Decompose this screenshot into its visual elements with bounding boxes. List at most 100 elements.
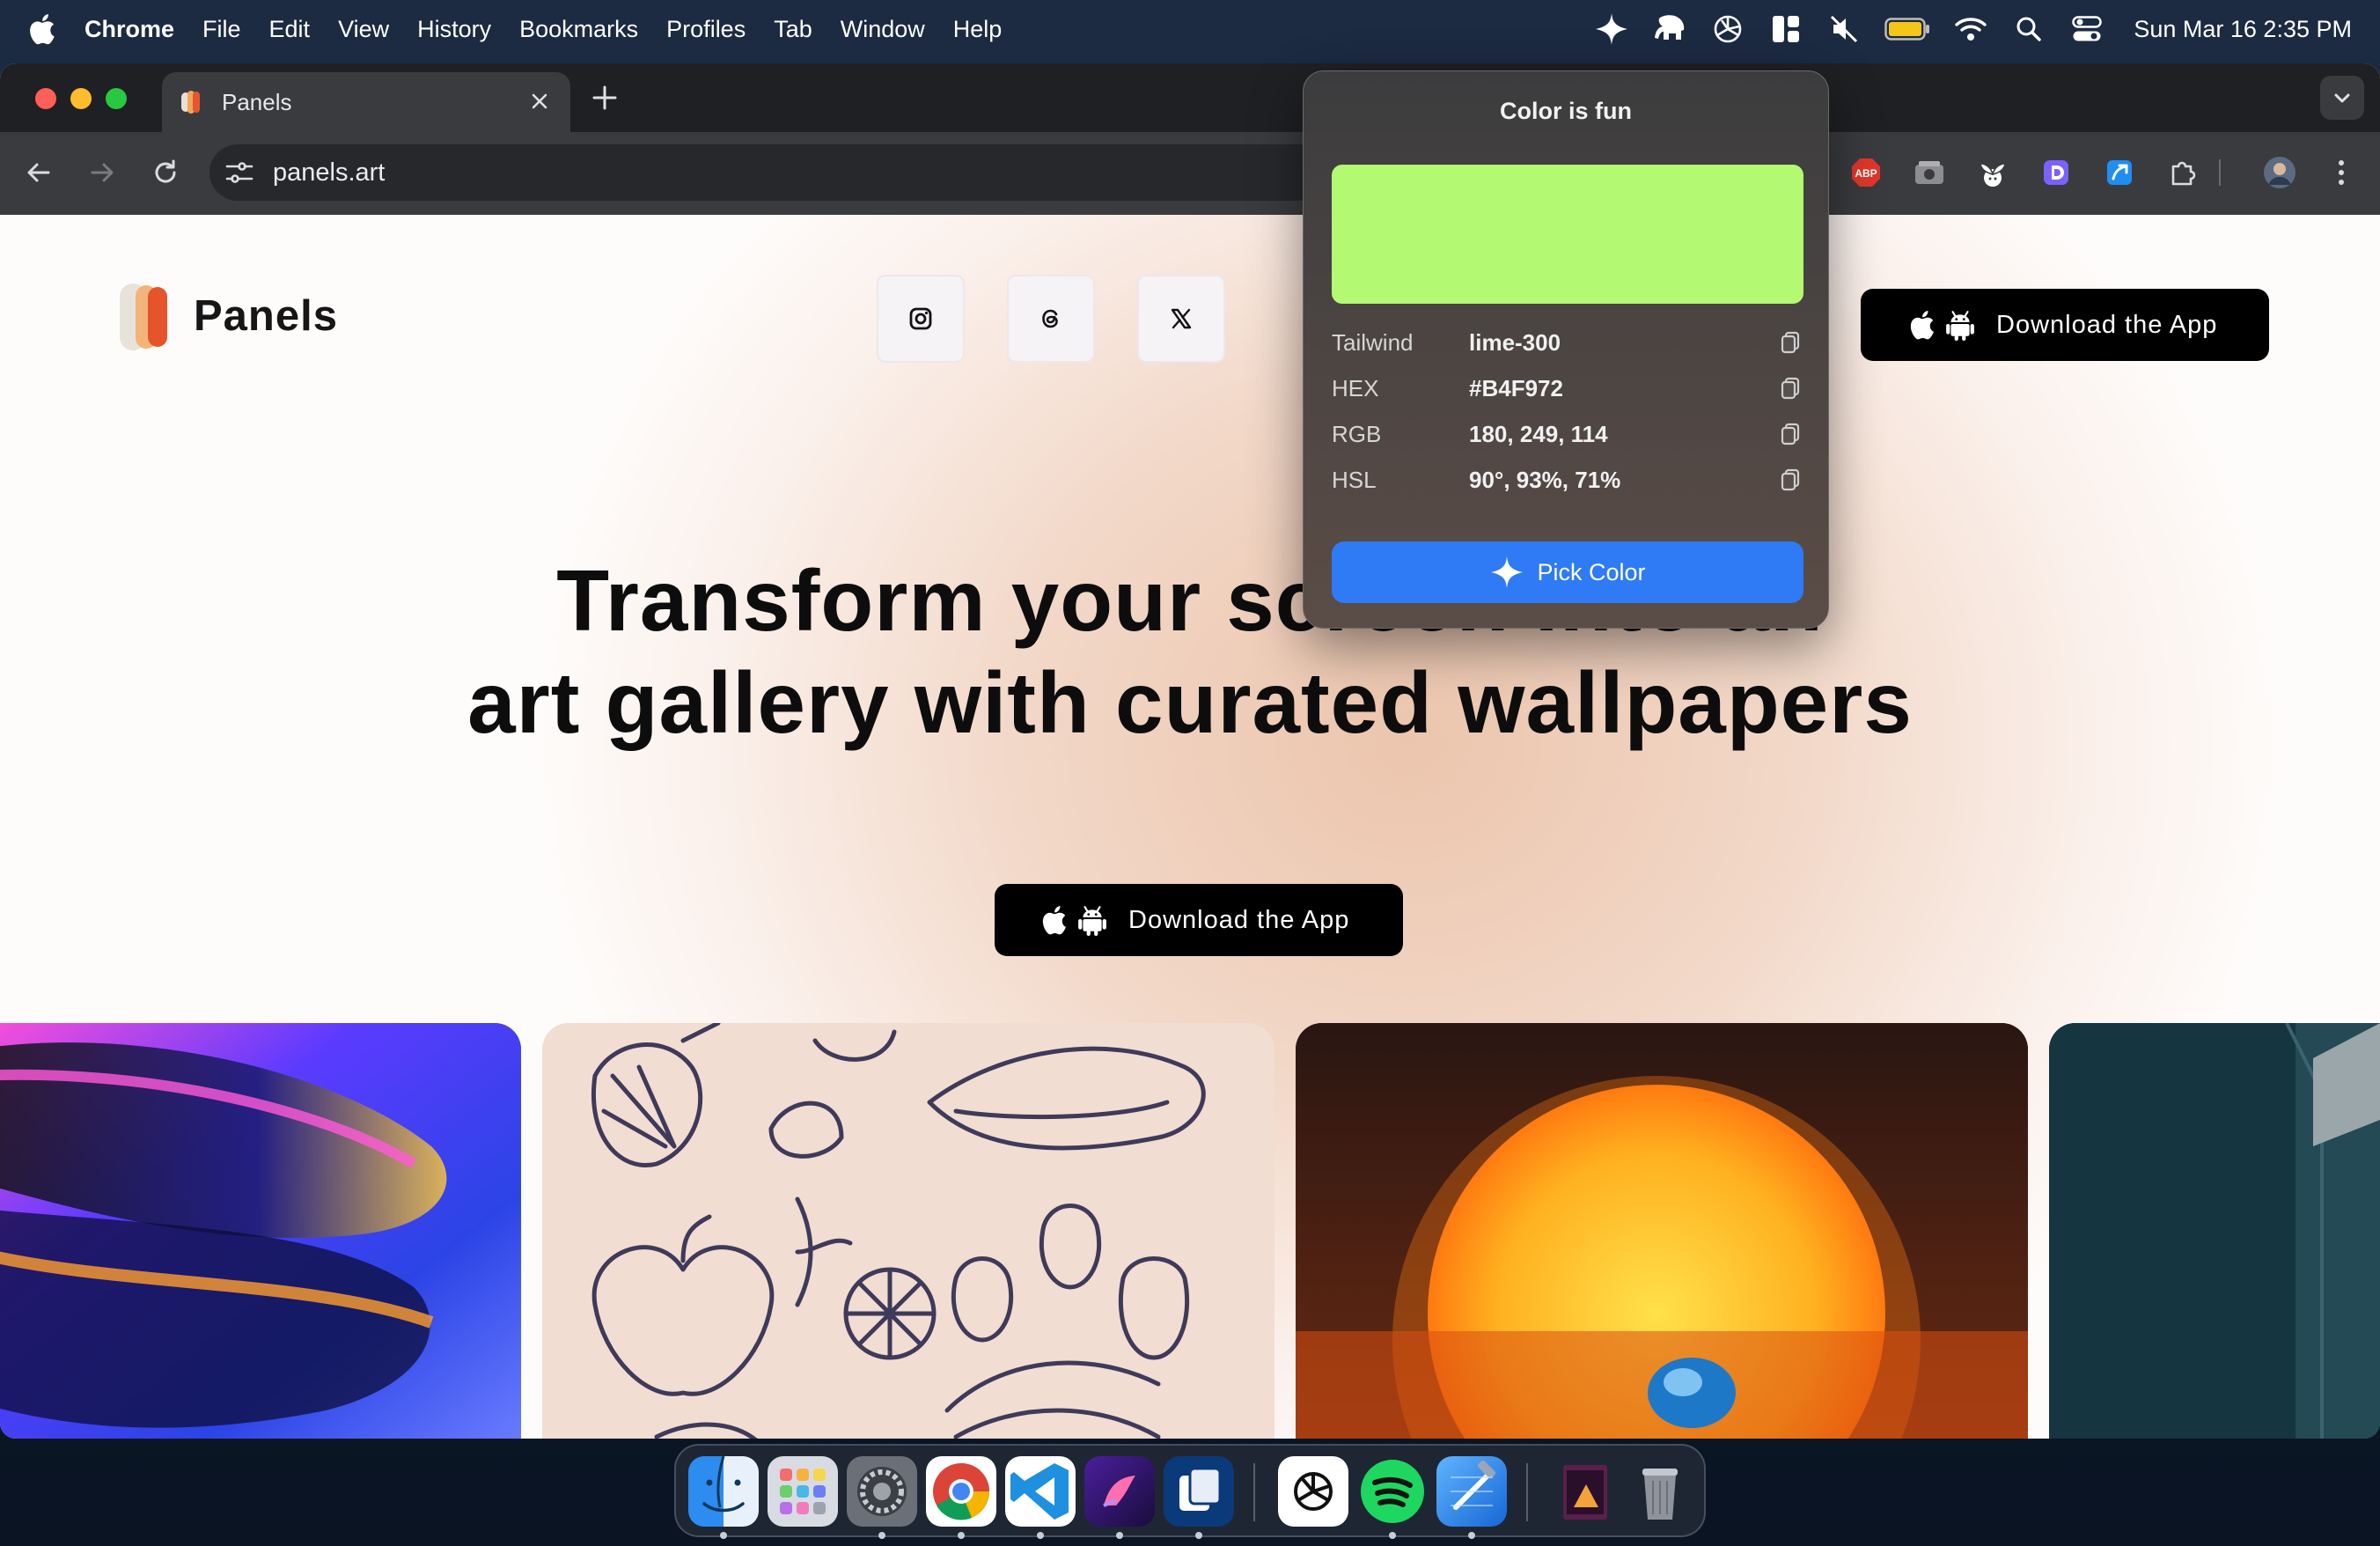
arrow-right-icon — [91, 163, 114, 182]
color-picker-icon[interactable] — [1593, 11, 1630, 48]
close-window-button[interactable] — [35, 88, 56, 109]
dock — [674, 1444, 1706, 1539]
panels-logo[interactable]: Panels — [116, 276, 338, 356]
apple-logo-icon — [1910, 311, 1934, 340]
profile-avatar-icon[interactable] — [2262, 155, 2297, 190]
chrome-menu-icon[interactable] — [2324, 155, 2359, 190]
copy-hsl-icon[interactable] — [1779, 467, 1803, 493]
new-tab-icon[interactable] — [590, 83, 620, 113]
dock-system-settings-icon[interactable] — [847, 1456, 917, 1527]
header-download-button[interactable]: Download the App — [1861, 289, 2269, 361]
dock-panels-running-dot — [1195, 1532, 1202, 1539]
wallpaper-rainbow-swirl-image — [0, 1023, 521, 1439]
menu-view[interactable]: View — [338, 16, 389, 43]
back-button[interactable] — [19, 153, 58, 192]
panels-favicon-icon — [181, 91, 200, 114]
menu-app-name[interactable]: Chrome — [84, 16, 174, 43]
chrome-window: Panels panels.art ABP Panels Download th… — [0, 63, 2380, 1439]
toolbar-separator — [2218, 155, 2222, 190]
wallpaper-card-sunset[interactable] — [1296, 1023, 2028, 1439]
tailwind-row: Tailwind lime-300 — [1332, 325, 1803, 360]
screenshot-extension-icon[interactable] — [1912, 155, 1947, 190]
dock-chrome-icon[interactable] — [926, 1456, 996, 1527]
menu-history[interactable]: History — [417, 16, 491, 43]
wallpaper-sunset-image — [1296, 1023, 2028, 1439]
dock-chrome-running-dot — [958, 1532, 965, 1539]
copy-rgb-icon[interactable] — [1779, 421, 1803, 447]
copy-hex-icon[interactable] — [1779, 375, 1803, 401]
forward-button[interactable] — [83, 153, 121, 192]
instagram-button[interactable] — [877, 275, 965, 363]
adblock-plus-icon[interactable]: ABP — [1848, 155, 1884, 190]
site-settings-icon[interactable] — [222, 155, 257, 190]
menu-edit[interactable]: Edit — [269, 16, 311, 43]
battery-icon[interactable] — [1884, 11, 1931, 48]
menu-window[interactable]: Window — [841, 16, 925, 43]
dock-pockity-icon[interactable] — [1084, 1456, 1155, 1527]
popover-title: Color is fun — [1500, 98, 1632, 124]
reload-button[interactable] — [146, 153, 185, 192]
pick-color-button[interactable]: Pick Color — [1332, 541, 1803, 603]
dock-vscode-icon[interactable] — [1005, 1456, 1076, 1527]
arrow-extension-icon[interactable] — [2102, 155, 2137, 190]
x-button[interactable] — [1137, 275, 1225, 363]
instagram-icon — [909, 307, 932, 330]
dock-spotify-running-dot — [1389, 1532, 1396, 1539]
menu-tab[interactable]: Tab — [774, 16, 812, 43]
tab-strip: Panels — [0, 63, 2380, 132]
menu-bookmarks[interactable]: Bookmarks — [519, 16, 638, 43]
copy-tailwind-icon[interactable] — [1779, 329, 1803, 356]
control-center-icon[interactable] — [2068, 11, 2105, 48]
menu-help[interactable]: Help — [953, 16, 1003, 43]
hsl-value: 90°, 93%, 71% — [1469, 466, 1621, 493]
minimize-window-button[interactable] — [70, 88, 92, 109]
menu-bar-clock[interactable]: Sun Mar 16 2:35 PM — [2134, 16, 2352, 43]
wallpaper-fruit-doodles-image — [591, 1023, 1206, 1439]
hero-line-2: art gallery with curated wallpapers — [467, 654, 1913, 751]
apple-menu-icon[interactable] — [26, 12, 56, 46]
layout-icon[interactable] — [1767, 11, 1804, 48]
android-logo-icon — [1078, 906, 1106, 936]
wallpaper-card-rainbow-swirl[interactable] — [0, 1023, 521, 1439]
dock-separator — [1526, 1463, 1528, 1521]
dock-xcode-icon[interactable] — [1436, 1456, 1507, 1527]
wallpaper-card-fruit-doodles[interactable] — [542, 1023, 1274, 1439]
dock-trash-icon[interactable] — [1625, 1456, 1695, 1527]
dock-separator — [1253, 1463, 1255, 1521]
threads-icon — [1042, 309, 1058, 328]
dock-xcode-running-dot — [1468, 1532, 1475, 1539]
dock-vscode-running-dot — [1037, 1532, 1044, 1539]
sprout-extension-icon[interactable] — [1975, 155, 2010, 190]
zoom-window-button[interactable] — [106, 88, 127, 109]
openai-icon[interactable] — [1709, 11, 1746, 48]
tab-search-button[interactable] — [2320, 76, 2364, 120]
color-swatch — [1332, 165, 1803, 304]
address-bar[interactable]: panels.art — [209, 144, 1327, 201]
tailwind-value: lime-300 — [1469, 328, 1561, 356]
spotlight-search-icon[interactable] — [2010, 11, 2047, 48]
tab-panels[interactable]: Panels — [162, 72, 570, 132]
puzzle-icon[interactable] — [2165, 155, 2200, 190]
brand-name: Panels — [194, 292, 338, 340]
threads-button[interactable] — [1007, 275, 1095, 363]
dock-preview-stack-icon[interactable] — [1551, 1456, 1621, 1527]
mute-icon[interactable] — [1825, 11, 1862, 48]
dock-launchpad-icon[interactable] — [768, 1456, 838, 1527]
dock-finder-icon[interactable] — [688, 1456, 759, 1527]
d-extension-icon[interactable] — [2038, 155, 2074, 190]
apple-logo-icon — [1042, 906, 1066, 935]
close-tab-icon[interactable] — [526, 88, 553, 114]
reload-icon — [155, 159, 176, 183]
menu-file[interactable]: File — [202, 16, 241, 43]
hero-download-button[interactable]: Download the App — [995, 884, 1403, 956]
wallpaper-card-teal-architecture[interactable] — [2049, 1023, 2380, 1439]
menu-profiles[interactable]: Profiles — [666, 16, 746, 43]
dock-panels-icon[interactable] — [1164, 1456, 1234, 1527]
dock-chatgpt-icon[interactable] — [1278, 1456, 1348, 1527]
dock-spotify-icon[interactable] — [1357, 1456, 1428, 1527]
url-text[interactable]: panels.art — [273, 158, 385, 188]
wifi-icon[interactable] — [1952, 11, 1989, 48]
menu-bar: Chrome File Edit View History Bookmarks … — [0, 0, 2380, 58]
elephant-icon[interactable] — [1651, 11, 1688, 48]
panels-logo-mark-icon — [120, 283, 167, 350]
